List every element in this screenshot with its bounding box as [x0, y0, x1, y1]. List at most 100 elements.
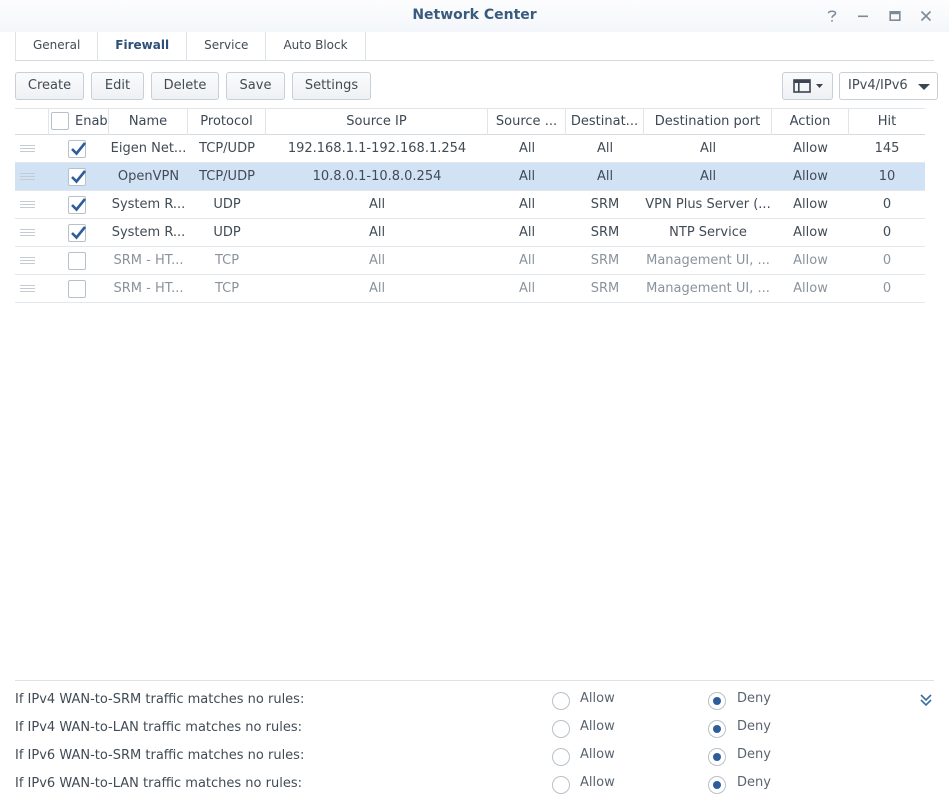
deny-label[interactable]: Deny — [737, 775, 771, 790]
header-protocol[interactable]: Protocol — [188, 109, 266, 135]
cell-source: All — [518, 197, 536, 212]
policy-label: If IPv4 WAN-to-SRM traffic matches no ru… — [15, 692, 305, 707]
cell-source-ip: All — [368, 253, 386, 268]
cell-hit: 10 — [878, 169, 896, 184]
header-source[interactable]: Source ... — [488, 109, 566, 135]
table-body: Eigen Net... TCP/UDP 192.168.1.1-192.168.1… — [15, 135, 925, 303]
table-row[interactable]: Eigen Net... TCP/UDP 192.168.1.1-192.168.1… — [15, 135, 925, 163]
cell-source: All — [518, 281, 536, 296]
tab-general[interactable]: General — [15, 32, 99, 60]
cell-destination: SRM — [590, 253, 620, 268]
enable-checkbox[interactable] — [68, 168, 86, 186]
deny-radio[interactable] — [708, 748, 726, 766]
tab-divider — [15, 60, 934, 61]
edit-button[interactable]: Edit — [91, 72, 144, 100]
table-row[interactable]: SRM - HT... TCP All All SRM Management UI, ..… — [15, 247, 925, 275]
tab-firewall[interactable]: Firewall — [98, 32, 188, 60]
enable-checkbox[interactable] — [68, 280, 86, 298]
close-icon[interactable] — [916, 6, 936, 26]
allow-radio[interactable] — [552, 776, 570, 794]
header-source-ip[interactable]: Source IP — [266, 109, 488, 135]
maximize-icon[interactable] — [885, 6, 905, 26]
deny-label[interactable]: Deny — [737, 747, 771, 762]
cell-protocol: TCP — [214, 253, 240, 268]
policy-row: If IPv6 WAN-to-LAN traffic matches no ru… — [15, 770, 935, 798]
cell-source: All — [518, 225, 536, 240]
table-header: Enabl Name Protocol Source IP Source ...… — [15, 108, 925, 135]
cell-action: Allow — [793, 197, 828, 212]
table-row[interactable]: OpenVPN TCP/UDP 10.8.0.1-10.8.0.254 All All A… — [15, 163, 925, 191]
allow-label[interactable]: Allow — [580, 775, 615, 790]
cell-hit: 145 — [874, 141, 900, 156]
header-action[interactable]: Action — [772, 109, 849, 135]
cell-action: Allow — [793, 141, 828, 156]
deny-radio[interactable] — [708, 776, 726, 794]
delete-button[interactable]: Delete — [151, 72, 219, 100]
deny-label[interactable]: Deny — [737, 719, 771, 734]
drag-handle-icon[interactable] — [20, 173, 35, 180]
layout-icon — [792, 79, 811, 93]
minimize-icon[interactable] — [853, 6, 873, 26]
deny-radio[interactable] — [708, 720, 726, 738]
cell-source-ip: All — [368, 197, 386, 212]
table-row[interactable]: System R... UDP All All SRM VPN Plus Server (… — [15, 191, 925, 219]
column-layout-button[interactable] — [782, 72, 833, 100]
tab-service[interactable]: Service — [187, 32, 267, 60]
ip-version-select[interactable]: IPv4/IPv6 — [839, 72, 938, 100]
allow-label[interactable]: Allow — [580, 691, 615, 706]
cell-name: Eigen Net... — [110, 141, 187, 156]
allow-radio[interactable] — [552, 720, 570, 738]
cell-dest-port: All — [699, 141, 717, 156]
drag-handle-icon[interactable] — [20, 257, 35, 264]
cell-protocol: UDP — [213, 197, 241, 212]
cell-dest-port: NTP Service — [669, 225, 747, 240]
cell-hit: 0 — [882, 253, 892, 268]
drag-handle-icon[interactable] — [20, 285, 35, 292]
cell-action: Allow — [793, 253, 828, 268]
allow-label[interactable]: Allow — [580, 747, 615, 762]
drag-handle-icon[interactable] — [20, 229, 35, 236]
enable-checkbox[interactable] — [68, 196, 86, 214]
cell-destination: SRM — [590, 225, 620, 240]
header-destination[interactable]: Destinat... — [566, 109, 644, 135]
cell-name: System R... — [111, 197, 186, 212]
header-destination-port[interactable]: Destination port — [644, 109, 772, 135]
allow-label[interactable]: Allow — [580, 719, 615, 734]
dropdown-caret-icon — [918, 84, 930, 90]
table-row[interactable]: System R... UDP All All SRM NTP Service Allow 0 — [15, 219, 925, 247]
cell-source: All — [518, 253, 536, 268]
enable-checkbox[interactable] — [68, 224, 86, 242]
help-icon[interactable] — [822, 6, 842, 26]
cell-dest-port: Management UI, ... — [646, 281, 770, 296]
cell-action: Allow — [793, 281, 828, 296]
cell-name: SRM - HT... — [113, 253, 184, 268]
settings-button[interactable]: Settings — [292, 72, 371, 100]
cell-protocol: TCP/UDP — [199, 141, 255, 156]
header-hit[interactable]: Hit — [849, 109, 925, 135]
cell-action: Allow — [793, 169, 828, 184]
save-button[interactable]: Save — [226, 72, 285, 100]
table-row[interactable]: SRM - HT... TCP All All SRM Management UI, ..… — [15, 275, 925, 303]
allow-radio[interactable] — [552, 748, 570, 766]
ip-version-value: IPv4/IPv6 — [848, 78, 908, 93]
cell-dest-port: Management UI, ... — [646, 253, 770, 268]
chevron-down-icon — [815, 83, 823, 88]
deny-label[interactable]: Deny — [737, 691, 771, 706]
cell-name: SRM - HT... — [113, 281, 184, 296]
enable-checkbox[interactable] — [68, 140, 86, 158]
drag-handle-icon[interactable] — [20, 201, 35, 208]
allow-radio[interactable] — [552, 692, 570, 710]
enable-checkbox[interactable] — [68, 252, 86, 270]
cell-destination: All — [596, 169, 614, 184]
select-all-checkbox[interactable] — [51, 112, 69, 130]
cell-protocol: TCP/UDP — [199, 169, 255, 184]
deny-radio[interactable] — [708, 692, 726, 710]
create-button[interactable]: Create — [15, 72, 84, 100]
header-enable[interactable]: Enabl — [49, 109, 109, 135]
tab-auto-block[interactable]: Auto Block — [266, 32, 366, 60]
header-name[interactable]: Name — [109, 109, 188, 135]
cell-source-ip: All — [368, 225, 386, 240]
policy-row: If IPv6 WAN-to-SRM traffic matches no ru… — [15, 742, 935, 770]
cell-dest-port: VPN Plus Server (... — [645, 197, 771, 212]
drag-handle-icon[interactable] — [20, 145, 35, 152]
